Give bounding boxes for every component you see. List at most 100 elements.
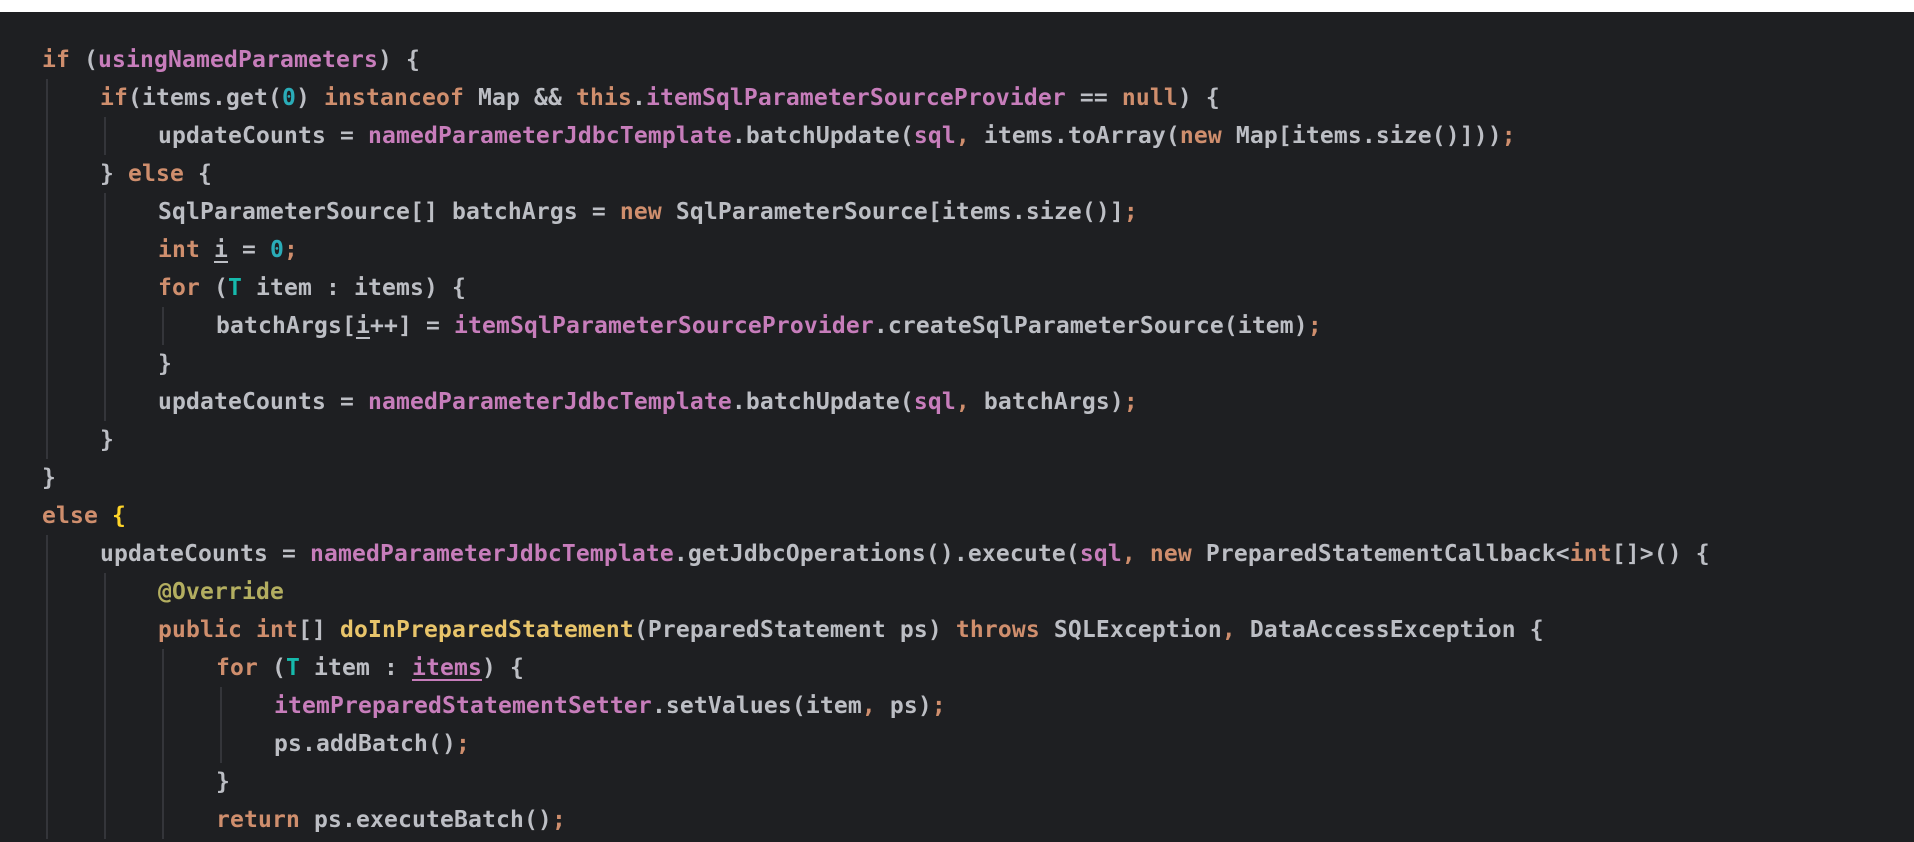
code-token: SqlParameterSource[] batchArgs = [158,199,620,225]
code-token: ( [258,655,286,681]
code-line[interactable]: } else { [42,155,1710,193]
code-token: ( [70,47,98,73]
code-token: itemSqlParameterSourceProvider [453,313,874,339]
code-token: 0 [281,85,296,111]
code-token: sql [913,123,956,149]
code-token: updateCounts = [158,389,368,415]
code-token: ps.executeBatch() [299,807,552,833]
code-token: ; [1501,123,1516,149]
code-line[interactable]: } [42,421,1710,459]
code-token: batchArgs[ [216,313,356,339]
code-token: else [128,161,184,187]
code-token: { [184,161,212,187]
code-token: @Override [158,579,284,605]
code-token: itemPreparedStatementSetter [274,693,652,719]
code-token: i [355,313,370,339]
code-token: new [1149,541,1192,567]
code-line[interactable]: public int[] doInPreparedStatement(Prepa… [42,611,1710,649]
code-token: new [619,199,662,225]
code-line[interactable]: batchArgs[i++] = itemSqlParameterSourceP… [42,307,1710,345]
code-token: (PreparedStatement ps) [633,617,956,643]
code-token: SqlParameterSource[items.size()] [661,199,1124,225]
code-token: == [1065,85,1122,111]
code-line[interactable]: for (T item : items) { [42,649,1710,687]
code-token: doInPreparedStatement [339,617,634,643]
code-token: items.toArray( [969,123,1180,149]
code-line[interactable]: int i = 0; [42,231,1710,269]
code-token: int [158,237,200,263]
code-editor[interactable]: if (usingNamedParameters) {if(items.get(… [0,12,1914,842]
code-line[interactable]: SqlParameterSource[] batchArgs = new Sql… [42,193,1710,231]
code-token: , [955,123,970,149]
code-token: ps.addBatch() [274,731,456,757]
code-token: ps) [875,693,932,719]
code-token: for [158,275,200,301]
code-token: ; [931,693,946,719]
code-token: 0 [270,237,284,263]
code-token: = [228,237,270,263]
code-token: for [216,655,258,681]
code-token: if [42,47,70,73]
code-line[interactable]: updateCounts = namedParameterJdbcTemplat… [42,117,1710,155]
code-token: ; [1123,389,1138,415]
code-line[interactable]: updateCounts = namedParameterJdbcTemplat… [42,535,1710,573]
code-token: ) [295,85,324,111]
code-line[interactable]: if (usingNamedParameters) { [42,41,1710,79]
code-token: T [228,275,242,301]
code-token: , [955,389,970,415]
code-token: .batchUpdate( [731,123,914,149]
code-line[interactable]: itemPreparedStatementSetter.setValues(it… [42,687,1710,725]
code-token: (items.get( [128,85,282,111]
code-token: batchArgs) [969,389,1124,415]
code-token: itemSqlParameterSourceProvider [645,85,1066,111]
code-line[interactable]: @Override [42,573,1710,611]
code-token: { [112,503,126,529]
code-token: if [100,85,128,111]
code-token: item : [300,655,412,681]
code-line[interactable]: } [42,345,1710,383]
code-token: Map[items.size()])) [1221,123,1502,149]
code-token: ) { [377,47,420,73]
code-token: items [411,655,482,681]
code-token: ; [551,807,566,833]
code-token: SQLException [1039,617,1222,643]
code-token: , [861,693,876,719]
code-token: instanceof [323,85,464,111]
code-line[interactable]: } [42,763,1710,801]
code-token: public [158,617,242,643]
code-token: . [631,85,646,111]
code-token: i [214,237,228,263]
code-token: item : items) { [242,275,466,301]
code-token: new [1179,123,1222,149]
code-token: , [1121,541,1136,567]
code-token: , [1221,617,1236,643]
code-token: .setValues(item [651,693,862,719]
code-token: .createSqlParameterSource(item) [873,313,1308,339]
code-line[interactable]: updateCounts = namedParameterJdbcTemplat… [42,383,1710,421]
code-line[interactable]: else { [42,497,1710,535]
code-line[interactable]: return ps.executeBatch(); [42,801,1710,839]
code-token: } [100,161,128,187]
code-token: PreparedStatementCallback< [1191,541,1570,567]
code-token: } [42,465,56,491]
code-token: Map && [463,85,576,111]
code-line[interactable]: ps.addBatch(); [42,725,1710,763]
code-token: DataAccessException { [1235,617,1544,643]
code-token: } [216,769,230,795]
code-token: } [158,351,172,377]
code-line[interactable]: if(items.get(0) instanceof Map && this.i… [42,79,1710,117]
code-token: .getJdbcOperations().execute( [673,541,1080,567]
code-token: null [1121,85,1178,111]
code-token: T [286,655,300,681]
code-token: ; [1123,199,1138,225]
code-token: ( [200,275,228,301]
code-area[interactable]: if (usingNamedParameters) {if(items.get(… [42,41,1710,839]
code-token: return [216,807,300,833]
code-token: namedParameterJdbcTemplate [367,123,732,149]
code-line[interactable]: for (T item : items) { [42,269,1710,307]
code-token: ++] = [369,313,454,339]
code-token: updateCounts = [158,123,368,149]
code-line[interactable]: } [42,459,1710,497]
